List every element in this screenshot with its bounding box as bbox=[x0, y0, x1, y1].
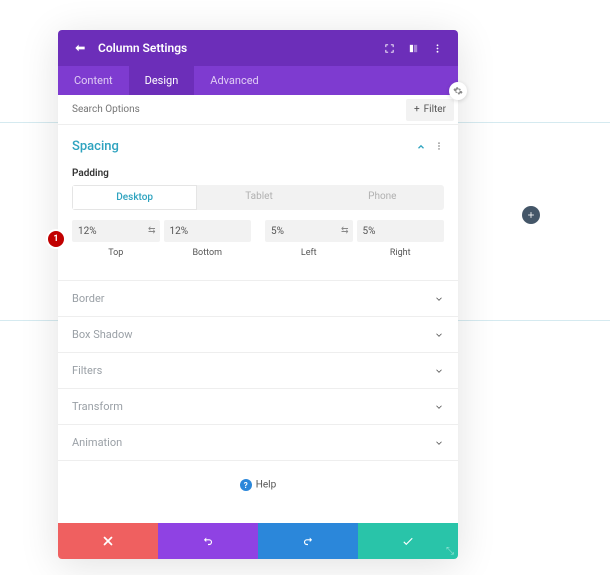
chevron-down-icon bbox=[434, 402, 444, 412]
accordion-list: Border Box Shadow Filters Transform Anim… bbox=[58, 280, 458, 461]
padding-top-label: Top bbox=[72, 248, 160, 258]
accordion-box-shadow[interactable]: Box Shadow bbox=[58, 317, 458, 353]
tab-content[interactable]: Content bbox=[58, 66, 129, 95]
tab-advanced[interactable]: Advanced bbox=[194, 66, 274, 95]
expand-icon[interactable] bbox=[382, 41, 396, 55]
search-input[interactable] bbox=[72, 104, 406, 115]
tab-bar: Content Design Advanced bbox=[58, 66, 458, 95]
link-icon[interactable]: ⇆ bbox=[148, 226, 156, 236]
link-icon[interactable]: ⇆ bbox=[341, 226, 349, 236]
plus-icon: + bbox=[414, 104, 420, 115]
column-settings-modal: Column Settings Content Design Advanced … bbox=[58, 30, 458, 559]
undo-button[interactable] bbox=[158, 523, 258, 559]
panel-title: Spacing bbox=[72, 139, 416, 154]
modal-title: Column Settings bbox=[98, 41, 372, 55]
accordion-animation[interactable]: Animation bbox=[58, 425, 458, 461]
device-tab-desktop[interactable]: Desktop bbox=[72, 185, 197, 210]
help-icon: ? bbox=[240, 479, 252, 491]
panel-more-icon[interactable] bbox=[434, 140, 444, 154]
annotation-badge: 1 bbox=[48, 231, 64, 247]
padding-bottom-label: Bottom bbox=[164, 248, 252, 258]
snap-icon[interactable] bbox=[406, 41, 420, 55]
accordion-border[interactable]: Border bbox=[58, 281, 458, 317]
accordion-label: Animation bbox=[72, 436, 434, 449]
accordion-label: Transform bbox=[72, 400, 434, 413]
accordion-label: Border bbox=[72, 292, 434, 305]
modal-header: Column Settings bbox=[58, 30, 458, 66]
redo-button[interactable] bbox=[258, 523, 358, 559]
action-bar: ⤡ bbox=[58, 523, 458, 559]
device-tab-phone[interactable]: Phone bbox=[321, 185, 444, 210]
tab-design[interactable]: Design bbox=[129, 66, 195, 95]
padding-right-label: Right bbox=[357, 248, 445, 258]
chevron-down-icon bbox=[434, 366, 444, 376]
resize-handle-icon[interactable]: ⤡ bbox=[444, 545, 456, 557]
accordion-filters[interactable]: Filters bbox=[58, 353, 458, 389]
padding-label: Padding bbox=[72, 168, 444, 179]
filter-button[interactable]: + Filter bbox=[406, 99, 454, 121]
accordion-label: Filters bbox=[72, 364, 434, 377]
collapse-icon[interactable] bbox=[416, 137, 426, 156]
accordion-label: Box Shadow bbox=[72, 328, 434, 341]
device-tab-tablet[interactable]: Tablet bbox=[197, 185, 320, 210]
more-icon[interactable] bbox=[430, 41, 444, 55]
padding-top-input[interactable] bbox=[72, 226, 160, 237]
padding-left-input[interactable] bbox=[265, 226, 353, 237]
help-label: Help bbox=[256, 480, 276, 491]
save-button[interactable] bbox=[358, 523, 458, 559]
chevron-down-icon bbox=[434, 294, 444, 304]
spacing-panel: Spacing Padding Desktop Tablet Phone ⇆ bbox=[58, 125, 458, 258]
search-row: + Filter bbox=[58, 95, 458, 125]
accordion-transform[interactable]: Transform bbox=[58, 389, 458, 425]
device-tabs: Desktop Tablet Phone bbox=[72, 185, 444, 210]
chevron-down-icon bbox=[434, 330, 444, 340]
padding-right-input[interactable] bbox=[357, 226, 445, 237]
help-row[interactable]: ? Help bbox=[58, 461, 458, 523]
padding-bottom-input[interactable] bbox=[164, 226, 252, 237]
padding-left-label: Left bbox=[265, 248, 353, 258]
add-section-button[interactable] bbox=[522, 206, 540, 224]
filter-button-label: Filter bbox=[424, 104, 446, 115]
back-icon[interactable] bbox=[72, 40, 88, 56]
cancel-button[interactable] bbox=[58, 523, 158, 559]
gear-icon[interactable] bbox=[449, 82, 467, 100]
chevron-down-icon bbox=[434, 438, 444, 448]
